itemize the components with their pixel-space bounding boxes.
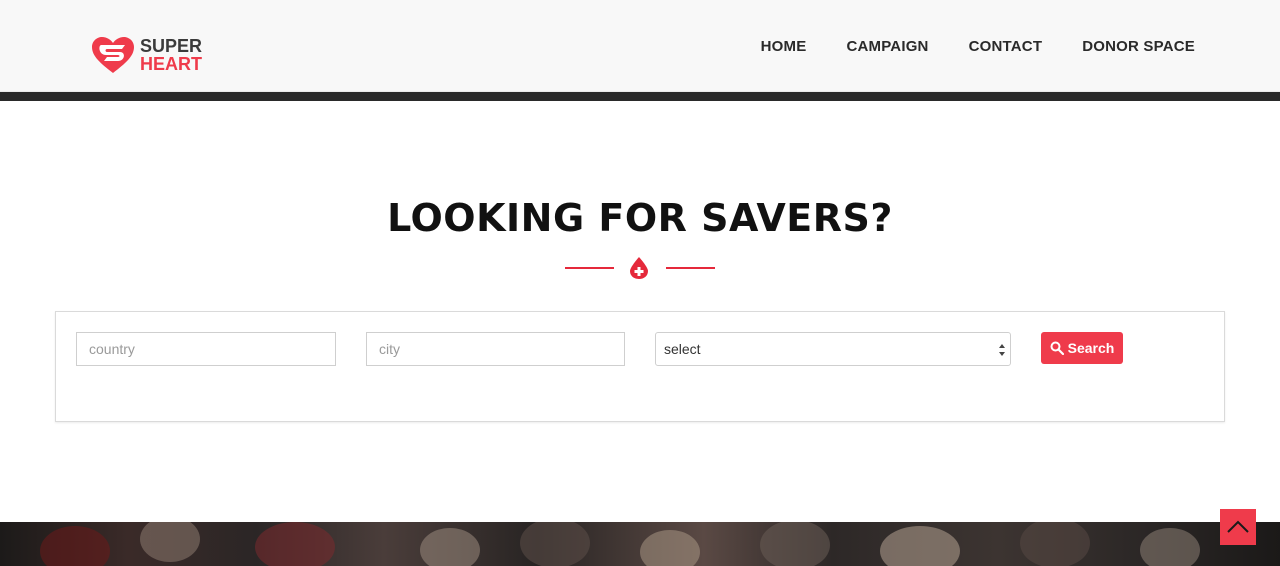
- superheart-logo-icon: [92, 37, 134, 73]
- nav-item-home[interactable]: HOME: [761, 38, 807, 55]
- city-input[interactable]: [366, 332, 625, 366]
- title-divider: [565, 256, 715, 280]
- site-header: SUPER HEART HOME CAMPAIGN CONTACT DONOR …: [0, 0, 1280, 92]
- page-title: LOOKING FOR SAVERS?: [387, 196, 893, 240]
- search-button-label: Search: [1067, 340, 1115, 356]
- chevron-up-icon: [1227, 520, 1249, 533]
- divider-line-left: [565, 267, 614, 269]
- nav-item-campaign[interactable]: CAMPAIGN: [846, 38, 928, 55]
- select-arrows-icon: [999, 344, 1005, 356]
- nav-item-contact[interactable]: CONTACT: [969, 38, 1043, 55]
- type-select[interactable]: select: [655, 332, 1011, 366]
- brand-logo[interactable]: SUPER HEART: [90, 34, 210, 76]
- blood-drop-plus-icon: [630, 257, 648, 279]
- nav-item-donor-space[interactable]: DONOR SPACE: [1082, 38, 1195, 55]
- brand-name-line1: SUPER: [140, 36, 203, 56]
- header-divider-bar: [0, 92, 1280, 101]
- type-select-value: select: [664, 341, 701, 357]
- volunteers-photo-banner: [0, 522, 1280, 566]
- search-panel: select Search: [55, 311, 1225, 422]
- brand-name: SUPER HEART: [140, 37, 202, 73]
- brand-name-line2: HEART: [140, 54, 202, 74]
- search-button[interactable]: Search: [1041, 332, 1123, 364]
- main-nav: HOME CAMPAIGN CONTACT DONOR SPACE: [761, 38, 1195, 55]
- divider-line-right: [666, 267, 715, 269]
- back-to-top-button[interactable]: [1220, 509, 1256, 545]
- country-input[interactable]: [76, 332, 336, 366]
- search-icon: [1050, 341, 1064, 355]
